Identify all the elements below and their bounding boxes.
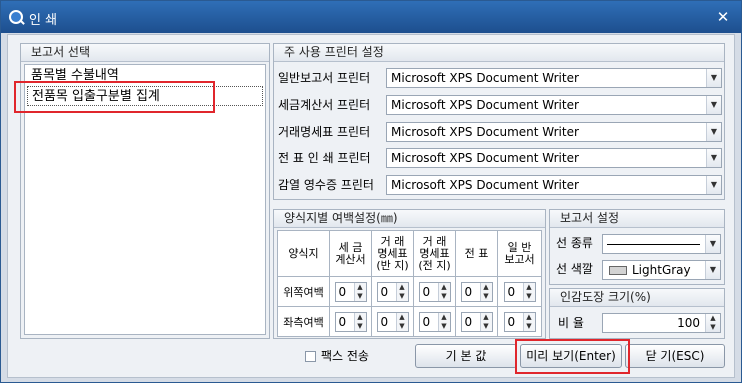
margin-left-half-stepper[interactable]: 0 ▲ ▼ [376,311,409,332]
printer-select-voucher[interactable]: Microsoft XPS Document Writer ▼ [386,148,722,168]
ratio-stepper[interactable]: 100 ▲ ▼ [602,313,721,333]
printer-label-receipt: 감열 영수증 프린터 [278,178,374,192]
line-color-label: 선 색깔 [556,262,593,276]
color-swatch [609,266,627,275]
printer-select-statement[interactable]: Microsoft XPS Document Writer ▼ [386,122,722,142]
dialog-body: 보고서 선택 품목별 수불내역 전품목 입출구분별 집계 주 사용 프린터 설정… [7,34,735,378]
col-label-line2: 보고서 [504,252,535,266]
printer-select-receipt[interactable]: Microsoft XPS Document Writer ▼ [386,175,722,195]
spin-arrows-icon[interactable]: ▲ ▼ [395,282,408,301]
stamp-settings-group: 인감도장 크기(%) 비 율 100 ▲ ▼ [549,288,725,339]
report-select-title: 보고서 선택 [21,44,269,62]
line-type-select[interactable]: ▼ [602,234,721,254]
fax-label: 팩스 전송 [321,349,369,363]
margin-col-voucher: 전 표 [455,230,498,277]
margin-col-report: 일 반 보고서 [497,230,542,277]
spin-arrows-icon[interactable]: ▲ ▼ [522,282,535,301]
printer-value-voucher: Microsoft XPS Document Writer [391,151,579,165]
report-list[interactable]: 품목별 수불내역 전품목 입출구분별 집계 [24,64,266,335]
table-row: 좌측여백 0 ▲ ▼ 0 ▲ ▼ 0 ▲ ▼ 0 ▲ ▼ 0 ▲ ▼ [277,306,542,337]
spin-arrows-icon[interactable]: ▲ ▼ [395,312,408,331]
spin-arrows-icon[interactable]: ▲ ▼ [437,312,450,331]
printer-select-general[interactable]: Microsoft XPS Document Writer ▼ [386,68,722,88]
print-dialog: 인 쇄 ✕ 보고서 선택 품목별 수불내역 전품목 입출구분별 집계 주 사용 … [0,0,742,383]
margin-left-report-stepper[interactable]: 0 ▲ ▼ [503,311,536,332]
line-color-value: LightGray [632,263,691,277]
spin-arrows-icon[interactable]: ▲ ▼ [353,312,366,331]
spin-arrows-icon[interactable]: ▲ ▼ [353,282,366,301]
col-label-line2: 계산서 [335,252,366,266]
report-settings-title: 보고서 설정 [550,210,724,228]
col-label-line3: (반 지) [376,258,409,272]
margin-top-full-stepper[interactable]: 0 ▲ ▼ [418,281,451,302]
fax-checkbox[interactable] [305,351,316,362]
printer-value-statement: Microsoft XPS Document Writer [391,125,579,139]
window-title: 인 쇄 [29,13,58,28]
spin-arrows-icon[interactable]: ▲ ▼ [437,282,450,301]
close-icon[interactable]: ✕ [715,9,731,25]
ratio-value: 100 [677,316,700,330]
margin-table: 양식지 세 금 계산서 거 래 명세표 (반 지) 거 래 명세표 (전 지) 전 표 일… [277,230,542,337]
report-settings-group: 보고서 설정 선 종류 ▼ 선 색깔 LightGray ▼ [549,209,725,285]
col-label-line2: 명세표 [419,246,450,260]
margin-corner-label: 양식지 [277,230,330,277]
chevron-down-icon[interactable]: ▼ [706,96,721,114]
spin-arrows-icon[interactable]: ▲ ▼ [479,282,492,301]
chevron-down-icon[interactable]: ▼ [705,261,720,279]
printer-label-general: 일반보고서 프린터 [278,71,371,85]
printer-settings-title: 주 사용 프린터 설정 [274,44,724,62]
close-button[interactable]: 닫 기(ESC) [625,344,725,368]
line-type-label: 선 종류 [556,236,593,250]
ratio-label: 비 율 [558,316,584,330]
report-item-0[interactable]: 품목별 수불내역 [27,66,263,86]
report-item-1[interactable]: 전품목 입출구분별 집계 [27,86,263,106]
stamp-settings-title: 인감도장 크기(%) [550,289,724,307]
col-label-line1: 세 금 [338,240,363,254]
col-label-line1: 거 래 [422,234,447,248]
printer-value-tax: Microsoft XPS Document Writer [391,98,579,112]
margin-left-voucher-stepper[interactable]: 0 ▲ ▼ [460,311,493,332]
chevron-down-icon[interactable]: ▼ [705,235,720,253]
margin-col-full: 거 래 명세표 (전 지) [413,230,456,277]
margin-left-tax-stepper[interactable]: 0 ▲ ▼ [334,311,367,332]
table-row: 위쪽여백 0 ▲ ▼ 0 ▲ ▼ 0 ▲ ▼ 0 ▲ ▼ 0 ▲ ▼ [277,276,542,307]
margin-col-tax: 세 금 계산서 [329,230,372,277]
report-select-group: 보고서 선택 품목별 수불내역 전품목 입출구분별 집계 [20,43,270,339]
margin-top-tax-stepper[interactable]: 0 ▲ ▼ [334,281,367,302]
chevron-down-icon[interactable]: ▼ [706,149,721,167]
col-label-line1: 전 표 [464,246,489,260]
search-icon [9,10,23,24]
spin-arrows-icon[interactable]: ▲ ▼ [522,312,535,331]
chevron-down-icon[interactable]: ▼ [706,123,721,141]
printer-value-general: Microsoft XPS Document Writer [391,71,579,85]
margin-top-voucher-stepper[interactable]: 0 ▲ ▼ [460,281,493,302]
line-sample [607,244,700,245]
margin-left-full-stepper[interactable]: 0 ▲ ▼ [418,311,451,332]
chevron-down-icon[interactable]: ▼ [706,176,721,194]
printer-settings-group: 주 사용 프린터 설정 일반보고서 프린터 Microsoft XPS Docu… [273,43,725,200]
col-label-line2: 명세표 [377,246,408,260]
margin-settings-title: 양식지별 여백설정(㎜) [274,210,545,228]
margin-top-report-stepper[interactable]: 0 ▲ ▼ [503,281,536,302]
line-color-select[interactable]: LightGray ▼ [602,260,721,280]
printer-select-tax[interactable]: Microsoft XPS Document Writer ▼ [386,95,722,115]
printer-label-statement: 거래명세표 프린터 [278,125,371,139]
margin-col-half: 거 래 명세표 (반 지) [371,230,414,277]
printer-label-voucher: 전 표 인 쇄 프린터 [278,151,371,165]
margin-top-half-stepper[interactable]: 0 ▲ ▼ [376,281,409,302]
preview-button[interactable]: 미리 보기(Enter) [520,344,622,368]
title-bar[interactable]: 인 쇄 ✕ [1,1,741,33]
printer-label-tax: 세금계산서 프린터 [278,98,371,112]
spin-arrows-icon[interactable]: ▲ ▼ [479,312,492,331]
col-label-line3: (전 지) [418,258,451,272]
col-label-line1: 거 래 [380,234,405,248]
col-label-line1: 일 반 [507,240,532,254]
default-button[interactable]: 기 본 값 [415,344,517,368]
margin-settings-group: 양식지별 여백설정(㎜) 양식지 세 금 계산서 거 래 명세표 (반 지) 거 래명… [273,209,546,339]
spin-arrows-icon[interactable]: ▲ ▼ [705,314,720,332]
margin-row-label-left: 좌측여백 [277,306,330,337]
margin-row-label-top: 위쪽여백 [277,276,330,307]
printer-value-receipt: Microsoft XPS Document Writer [391,178,579,192]
chevron-down-icon[interactable]: ▼ [706,69,721,87]
